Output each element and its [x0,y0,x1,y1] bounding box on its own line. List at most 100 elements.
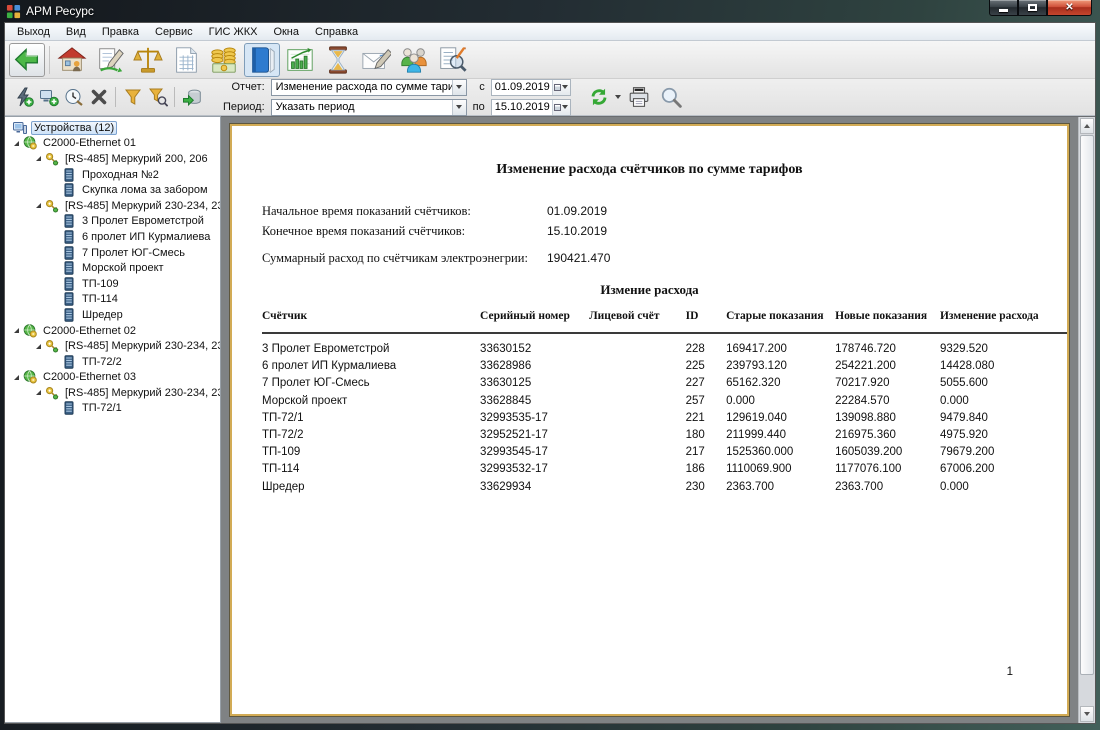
period-select[interactable]: Указать период [271,99,467,116]
tree-node[interactable]: Шредер [5,307,220,323]
tree-node-label[interactable]: Морской проект [80,262,166,274]
table-row: ТП-72/132993535-17221129619.040139098.88… [262,409,1069,426]
tree-node-label[interactable]: [RS-485] Меркурий 230-234, 236 [63,387,221,399]
menu-item[interactable]: ГИС ЖКХ [201,24,266,40]
tree-node[interactable]: C2000-Ethernet 03 [5,370,220,386]
zoom-button[interactable] [657,83,685,111]
expand-toggle-icon[interactable] [32,156,45,161]
charts-button[interactable] [282,43,318,77]
tree-node-label[interactable]: C2000-Ethernet 01 [41,137,138,149]
tree-node-label[interactable]: ТП-114 [80,293,120,305]
report-select[interactable]: Изменение расхода по сумме тарифов [271,79,467,96]
menu-item[interactable]: Правка [94,24,147,40]
tree-node[interactable]: [RS-485] Меркурий 200, 206 [5,151,220,167]
tree-node-label[interactable]: ТП-72/1 [80,402,124,414]
tree-node[interactable]: Морской проект [5,260,220,276]
date-from-value: 01.09.2019 [492,81,552,93]
expand-toggle-icon[interactable] [32,390,45,395]
tree-node-label[interactable]: Проходная №2 [80,169,161,181]
tree-node[interactable]: [RS-485] Меркурий 230-234, 236 [5,198,220,214]
filter-button[interactable] [120,85,145,109]
tree-node[interactable]: [RS-485] Меркурий 230-234, 236 [5,338,220,354]
tree-node[interactable]: ТП-72/1 [5,401,220,417]
poll-schedule-button[interactable] [61,85,86,109]
tree-node[interactable]: 6 пролет ИП Курмалиева [5,229,220,245]
menu-item[interactable]: Окна [265,24,307,40]
menu-item[interactable]: Сервис [147,24,201,40]
expand-toggle-icon[interactable] [10,328,23,333]
table-body: 3 Пролет Еврометстрой33630152228169417.2… [262,333,1069,495]
delete-button[interactable] [86,85,111,109]
database-import-button[interactable] [179,85,204,109]
home-objects-button[interactable] [54,43,90,77]
table-row: ТП-11432993532-171861110069.9001177076.1… [262,461,1069,478]
expand-toggle-icon[interactable] [10,141,23,146]
tree-node[interactable]: 7 Пролет ЮГ-Смесь [5,245,220,261]
tree-node[interactable]: ТП-114 [5,292,220,308]
tree-node-label[interactable]: 6 пролет ИП Курмалиева [80,231,212,243]
table-cell: 32952521-17 [480,426,589,443]
tree-node-label[interactable]: 3 Пролет Еврометстрой [80,215,206,227]
audit-button[interactable] [434,43,470,77]
close-button[interactable]: ✕ [1047,0,1092,16]
minimize-button[interactable] [989,0,1018,16]
payments-button[interactable] [206,43,242,77]
date-from-picker[interactable] [552,80,570,95]
expand-toggle-icon[interactable] [32,344,45,349]
tree-node-label[interactable]: Устройства (12) [31,121,117,135]
period-select-arrow[interactable] [452,100,466,115]
vertical-scrollbar[interactable] [1078,117,1095,723]
reports-button[interactable] [244,43,280,77]
print-button[interactable] [625,83,653,111]
tree-node[interactable]: C2000-Ethernet 01 [5,136,220,152]
close-icon: ✕ [1065,3,1073,13]
add-connection-button[interactable] [11,85,36,109]
date-to-picker[interactable] [552,100,570,115]
spreadsheet-button[interactable] [168,43,204,77]
tree-node-label[interactable]: [RS-485] Меркурий 230-234, 236 [63,200,221,212]
tree-node-label[interactable]: ТП-109 [80,278,121,290]
report-select-arrow[interactable] [452,80,466,95]
refresh-dropdown-icon[interactable] [615,95,621,99]
schedule-button[interactable] [320,43,356,77]
edit-data-button[interactable] [92,43,128,77]
tree-node-label[interactable]: Скупка лома за забором [80,184,210,196]
scrollbar-thumb[interactable] [1080,135,1094,675]
tree-node[interactable]: C2000-Ethernet 02 [5,323,220,339]
tree-node-label[interactable]: C2000-Ethernet 02 [41,325,138,337]
add-device-button[interactable] [36,85,61,109]
tree-node[interactable]: [RS-485] Меркурий 230-234, 236 [5,385,220,401]
users-button[interactable] [396,43,432,77]
tree-node[interactable]: Проходная №2 [5,167,220,183]
tree-node-label[interactable]: [RS-485] Меркурий 230-234, 236 [63,340,221,352]
maximize-button[interactable] [1018,0,1047,16]
expand-toggle-icon[interactable] [32,203,45,208]
menu-item[interactable]: Вид [58,24,94,40]
mail-button[interactable] [358,43,394,77]
tree-node[interactable]: ТП-72/2 [5,354,220,370]
tree-node-label[interactable]: C2000-Ethernet 03 [41,371,138,383]
back-button[interactable] [9,43,45,77]
refresh-button[interactable] [585,83,613,111]
tree-node[interactable]: Устройства (12) [5,120,220,136]
filter-search-button[interactable] [145,85,170,109]
tree-node[interactable]: ТП-109 [5,276,220,292]
tariffs-button[interactable] [130,43,166,77]
menu-item[interactable]: Выход [9,24,58,40]
tree-node-label[interactable]: [RS-485] Меркурий 200, 206 [63,153,210,165]
tree-node[interactable]: 3 Пролет Еврометстрой [5,214,220,230]
tree-node-label[interactable]: ТП-72/2 [80,356,124,368]
tree-node[interactable]: Скупка лома за забором [5,182,220,198]
title-bar[interactable]: АРМ Ресурс ✕ [0,0,1100,22]
date-to-field[interactable]: 15.10.2019 [491,99,571,116]
menu-item[interactable]: Справка [307,24,366,40]
scroll-up-button[interactable] [1080,118,1094,134]
table-row: 3 Пролет Еврометстрой33630152228169417.2… [262,333,1069,358]
tree-node-label[interactable]: 7 Пролет ЮГ-Смесь [80,247,187,259]
expand-toggle-icon[interactable] [10,375,23,380]
tree-node-label[interactable]: Шредер [80,309,125,321]
scroll-down-button[interactable] [1080,706,1094,722]
date-from-field[interactable]: 01.09.2019 [491,79,571,96]
report-label: Отчет: [223,81,265,93]
table-cell: 1110069.900 [726,461,835,478]
